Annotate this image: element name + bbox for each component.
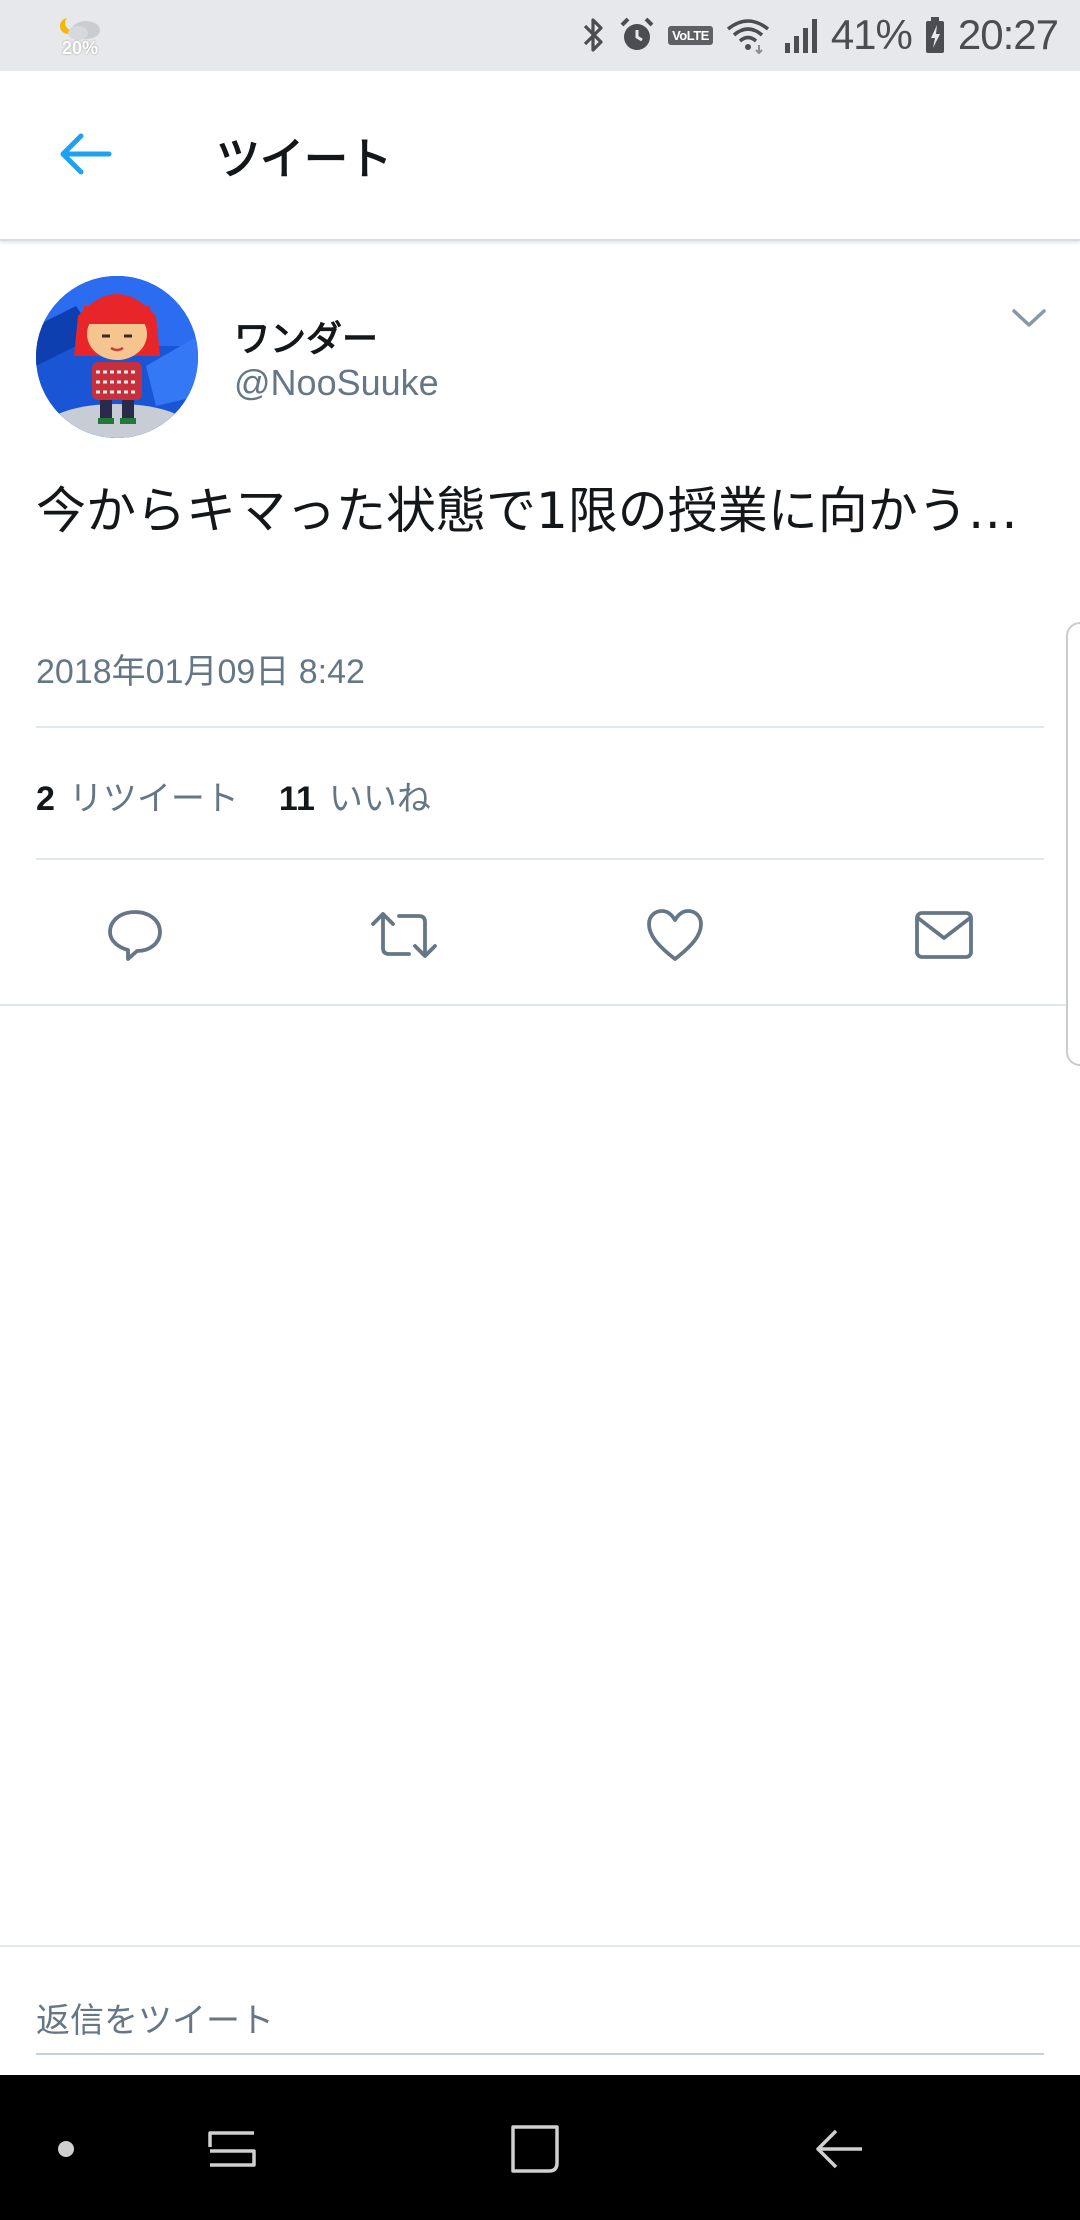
divider (36, 726, 1044, 728)
weather-percent: 20% (62, 38, 99, 58)
home-button[interactable] (495, 2111, 575, 2191)
recents-button[interactable] (192, 2111, 272, 2191)
recents-icon (204, 2125, 260, 2177)
arrow-left-icon (57, 131, 113, 181)
like-label: いいね (328, 778, 431, 819)
battery-percent: 41% (830, 11, 913, 58)
chevron-down-icon (1011, 307, 1047, 333)
home-icon (507, 2121, 563, 2181)
user-handle[interactable]: @NooSuuke (234, 362, 439, 404)
tweet-text: 今からキマった状態で1限の授業に向かう… (36, 482, 1018, 540)
tweet-timestamp: 2018年01月09日 8:42 (36, 653, 365, 691)
like-button[interactable] (635, 902, 715, 972)
app-bar: ツイート (0, 71, 1080, 241)
system-back-button[interactable] (798, 2111, 878, 2191)
volte-icon: VoLTE (668, 25, 713, 45)
dot-icon (56, 2139, 76, 2163)
status-time: 20:27 (957, 11, 1059, 58)
back-icon (810, 2125, 866, 2177)
reply-input[interactable]: 返信をツイート (36, 1993, 1044, 2055)
status-bar: 20% VoLTE 41% 20:27 (0, 0, 1080, 71)
reply-icon (106, 906, 164, 968)
direct-message-button[interactable] (904, 902, 984, 972)
retweet-count: 2 (36, 779, 55, 818)
divider (0, 1004, 1080, 1006)
reply-button[interactable] (95, 902, 175, 972)
scroll-handle[interactable] (1066, 622, 1080, 1066)
battery-charging-icon (924, 15, 946, 55)
display-name[interactable]: ワンダー (234, 310, 378, 362)
avatar[interactable] (36, 276, 198, 438)
tweet-menu-button[interactable] (1004, 300, 1054, 340)
like-stat[interactable]: 11 いいね (279, 771, 431, 820)
nav-dot-button[interactable] (26, 2111, 106, 2191)
page-title: ツイート (216, 134, 392, 185)
retweet-icon (369, 908, 439, 966)
retweet-label: リツイート (68, 778, 239, 819)
reply-composer: 返信をツイート (0, 1945, 1080, 2075)
bluetooth-icon (580, 15, 606, 55)
tweet-stats: 2 リツイート 11 いいね (36, 770, 431, 820)
tweet-actions (0, 880, 1080, 990)
back-button[interactable] (40, 121, 130, 191)
divider (36, 858, 1044, 860)
system-nav-bar (0, 2075, 1080, 2220)
signal-icon (783, 15, 819, 55)
heart-icon (645, 907, 705, 967)
like-count: 11 (278, 779, 315, 818)
retweet-button[interactable] (364, 902, 444, 972)
alarm-icon (618, 15, 656, 55)
wifi-icon (725, 15, 771, 55)
retweet-stat[interactable]: 2 リツイート (36, 771, 239, 820)
envelope-icon (913, 908, 975, 966)
status-icons: VoLTE 41% 20:27 (580, 10, 1059, 60)
